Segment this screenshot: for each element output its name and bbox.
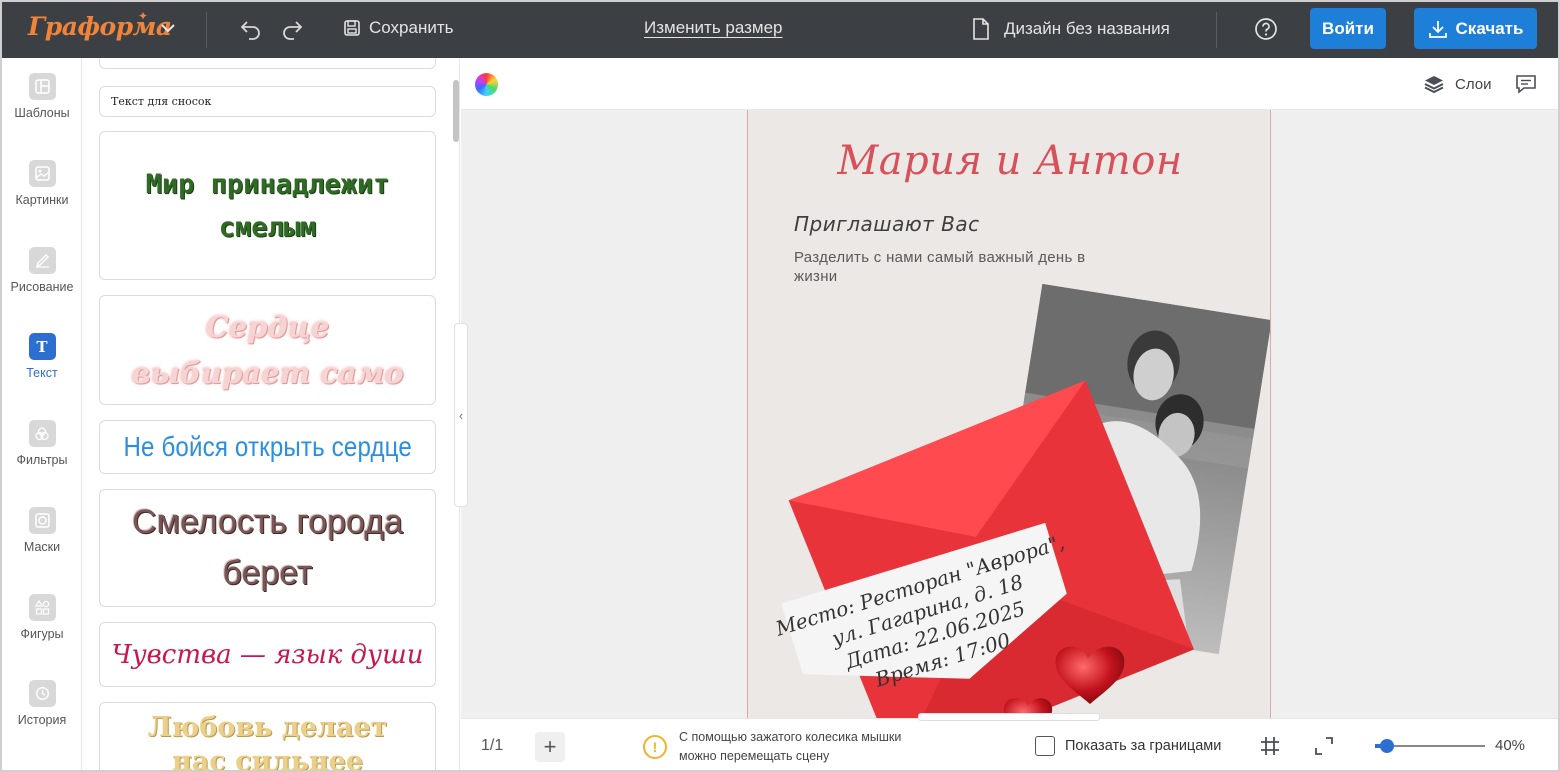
text-preset-card[interactable]: Мир принадлежит смелым <box>99 131 436 280</box>
text-preset-card[interactable]: Не бойся открыть сердце <box>99 420 436 474</box>
save-button[interactable]: Сохранить <box>343 18 453 38</box>
bottom-bar: 1/1 + ! С помощью зажатого колесика мышк… <box>461 713 1558 770</box>
sidebar-item-text[interactable]: T Текст <box>2 333 82 380</box>
undo-icon[interactable] <box>239 17 263 41</box>
text-preset-card[interactable]: Чувства — язык души <box>99 622 436 687</box>
warning-icon: ! <box>643 735 667 759</box>
layers-button[interactable]: Слои <box>1423 74 1491 94</box>
download-button[interactable]: Скачать <box>1414 8 1537 49</box>
download-icon <box>1428 20 1447 38</box>
app-logo[interactable]: Граформа <box>28 12 172 41</box>
sidebar-item-history[interactable]: История <box>2 680 82 727</box>
download-label: Скачать <box>1455 18 1524 38</box>
page-counter: 1/1 <box>481 737 504 754</box>
redo-icon[interactable] <box>280 17 304 41</box>
login-button[interactable]: Войти <box>1310 8 1386 49</box>
zoom-slider[interactable] <box>1375 739 1485 753</box>
images-icon <box>28 160 56 187</box>
sidebar-item-masks[interactable]: Маски <box>2 507 82 554</box>
sidebar-item-label: Текст <box>26 366 58 380</box>
divider <box>1216 12 1217 48</box>
panel-scrollbar[interactable] <box>453 80 459 142</box>
document-name-label: Дизайн без названия <box>1004 19 1170 38</box>
design-canvas[interactable]: Мария и Антон Приглашают Вас Разделить с… <box>747 110 1271 718</box>
show-outside-bounds-checkbox[interactable] <box>1035 736 1055 756</box>
filters-icon <box>28 420 56 447</box>
zoom-slider-handle[interactable] <box>1380 739 1395 753</box>
canvas-workspace[interactable]: Слои Мария и Антон Приглашают Вас Раздел… <box>461 58 1558 718</box>
grid-icon[interactable] <box>1259 735 1281 757</box>
tools-sidebar: Шаблоны Картинки Рисование T Текст Фильт… <box>2 58 82 770</box>
expand-handle[interactable] <box>918 713 1100 721</box>
collapse-panel-button[interactable]: ‹ <box>454 323 468 507</box>
sidebar-item-label: Фигуры <box>20 627 64 641</box>
text-preset-label: Не бойся открыть сердце <box>123 431 412 462</box>
masks-icon <box>28 507 56 534</box>
layers-label: Слои <box>1455 75 1492 93</box>
text-preset-card[interactable]: Любовь делает нас сильнее <box>99 702 436 770</box>
show-outside-bounds-toggle[interactable]: Показать за границами <box>1035 736 1221 756</box>
text-preset-label: Смелость города берет <box>132 503 403 592</box>
chevron-left-icon: ‹ <box>458 407 464 423</box>
shapes-icon <box>28 594 56 621</box>
text-preset-label: Мир принадлежит смелым <box>145 168 390 243</box>
sidebar-item-label: История <box>17 713 67 727</box>
text-preset-card[interactable]: Сердце выбирает само <box>99 295 436 405</box>
layers-icon <box>1424 76 1444 94</box>
sidebar-item-shapes[interactable]: Фигуры <box>2 594 82 641</box>
text-preset-label: Сердце выбирает само <box>131 310 404 390</box>
caption-text-preset[interactable]: Текст для сносок <box>99 86 436 117</box>
canvas-toolbar: Слои <box>461 58 1558 110</box>
templates-icon <box>28 73 56 100</box>
sidebar-item-filters[interactable]: Фильтры <box>2 420 82 467</box>
sidebar-item-label: Картинки <box>15 193 69 207</box>
document-icon <box>973 18 989 40</box>
add-page-button[interactable]: + <box>535 732 565 762</box>
navigation-hint: С помощью зажатого колесика мышки можно … <box>679 728 901 766</box>
sidebar-item-templates[interactable]: Шаблоны <box>2 73 82 120</box>
show-outside-bounds-label: Показать за границами <box>1065 738 1222 754</box>
comment-icon[interactable] <box>1515 73 1537 95</box>
zoom-level: 40% <box>1495 737 1526 754</box>
text-preset-card[interactable] <box>99 58 436 69</box>
text-preset-label: Любовь делает нас сильнее <box>147 712 388 770</box>
plus-icon: + <box>543 734 557 759</box>
sidebar-item-images[interactable]: Картинки <box>2 160 82 207</box>
logo-sparkle-icon: ✦ <box>138 9 149 23</box>
sidebar-item-label: Шаблоны <box>14 106 70 120</box>
save-label: Сохранить <box>369 18 454 37</box>
text-preset-label: Чувства — язык души <box>111 639 424 670</box>
document-name[interactable]: Дизайн без названия <box>972 18 1170 40</box>
drawing-icon <box>28 247 56 274</box>
sidebar-item-drawing[interactable]: Рисование <box>2 247 82 294</box>
hint-line: можно перемещать сцену <box>679 749 830 763</box>
help-icon[interactable] <box>1254 17 1278 41</box>
sidebar-item-label: Маски <box>23 540 61 554</box>
color-picker-icon[interactable] <box>475 73 498 96</box>
history-icon <box>28 680 56 707</box>
sidebar-item-label: Рисование <box>10 280 74 294</box>
chevron-down-icon[interactable] <box>158 18 178 38</box>
sidebar-item-label: Фильтры <box>16 453 68 467</box>
design-artwork[interactable]: Место: Ресторан "Аврора", ул. Гагарина, … <box>748 110 1271 718</box>
save-icon <box>344 20 360 36</box>
top-bar: Граформа ✦ Сохранить Изменить размер Диз… <box>0 0 1560 58</box>
text-presets-panel: Текст для сносок Мир принадлежит смелым … <box>83 58 460 770</box>
text-preset-card[interactable]: Смелость города берет <box>99 489 436 607</box>
fit-screen-icon[interactable] <box>1313 735 1335 757</box>
hint-line: С помощью зажатого колесика мышки <box>679 730 902 744</box>
resize-button[interactable]: Изменить размер <box>644 18 783 38</box>
divider <box>206 12 207 48</box>
text-icon: T <box>28 333 56 360</box>
